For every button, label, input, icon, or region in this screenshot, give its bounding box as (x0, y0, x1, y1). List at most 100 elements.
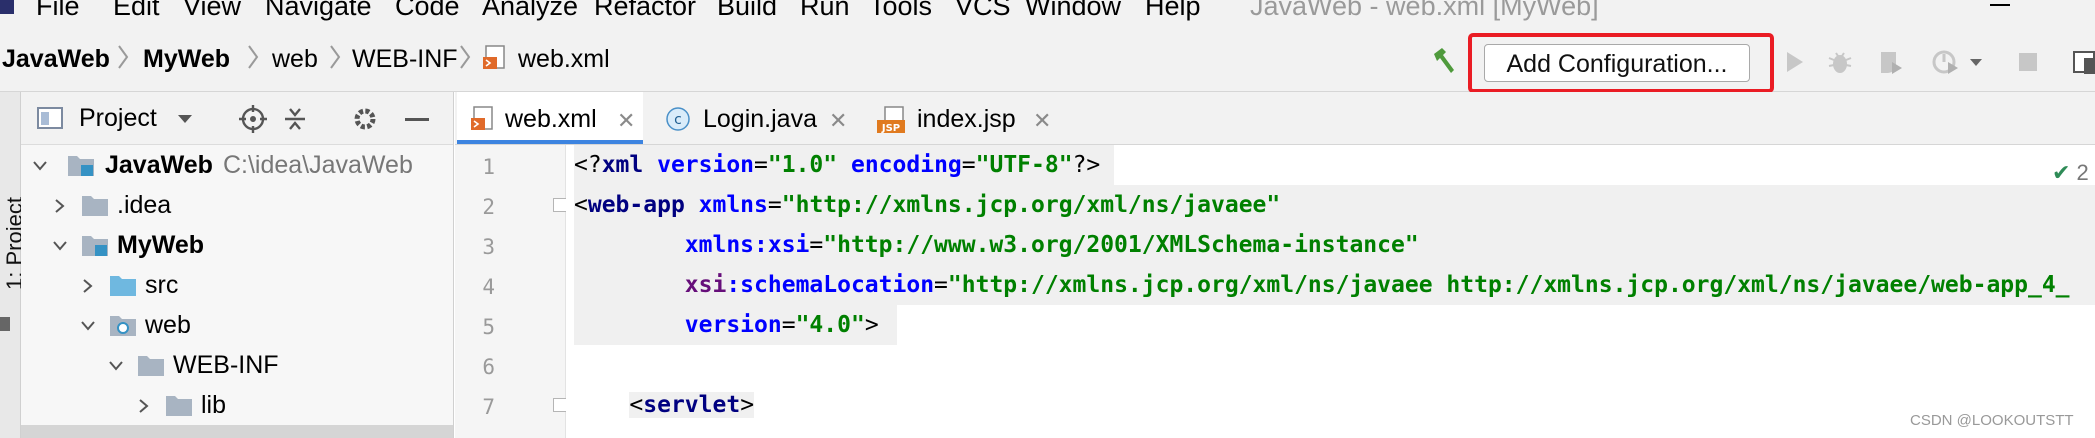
tree-item-src[interactable]: src (21, 265, 453, 305)
code-line-5: version="4.0"> (574, 305, 897, 345)
tree-item-web-inf[interactable]: WEB-INF (21, 345, 453, 385)
chevron-right-icon (328, 42, 342, 72)
menu-run[interactable]: Run (800, 0, 850, 24)
menu-view[interactable]: View (183, 0, 241, 24)
chevron-down-icon[interactable] (1968, 54, 1984, 70)
tab-label: Login.java (703, 105, 817, 133)
editor-tabs: web.xml ✕ c Login.java ✕ JSP index.jsp ✕ (455, 92, 2095, 145)
chevron-right-icon[interactable] (79, 277, 97, 295)
module-folder-icon (81, 233, 109, 257)
check-icon: ✔ (2052, 160, 2071, 185)
breadcrumb-javaweb[interactable]: JavaWeb (2, 44, 110, 74)
tree-item-web[interactable]: web (21, 305, 453, 345)
close-icon[interactable]: ✕ (617, 108, 635, 134)
line-number: 3 (482, 235, 495, 259)
collapse-all-icon[interactable] (281, 105, 309, 133)
editor-gutter: 1 2 3 4 5 6 7 (455, 145, 567, 438)
debug-icon[interactable] (1826, 48, 1854, 76)
menu-help[interactable]: Help (1145, 0, 1201, 24)
inspection-count: 2 (2076, 160, 2089, 185)
menu-analyze[interactable]: Analyze (482, 0, 578, 24)
tab-web-xml[interactable]: web.xml ✕ (457, 92, 643, 144)
tree-item-lib[interactable]: lib (21, 385, 453, 425)
xml-file-icon (483, 45, 507, 71)
fold-marker-icon[interactable] (553, 398, 567, 412)
profiler-icon[interactable] (1932, 48, 1960, 76)
menu-code[interactable]: Code (395, 0, 460, 24)
menu-refactor[interactable]: Refactor (594, 0, 696, 24)
tree-item-label: web (145, 311, 191, 339)
module-folder-icon (67, 153, 95, 177)
chevron-down-icon[interactable] (107, 357, 125, 375)
tree-item-idea[interactable]: .idea (21, 185, 453, 225)
menu-navigate[interactable]: Navigate (265, 0, 372, 24)
menu-tools[interactable]: Tools (869, 0, 932, 24)
code-line-1: <?xml version="1.0" encoding="UTF-8"?> (574, 145, 1114, 185)
code-editor[interactable]: <?xml version="1.0" encoding="UTF-8"?> <… (566, 145, 2095, 438)
project-view-icon (37, 106, 63, 130)
chevron-right-icon[interactable] (135, 397, 153, 415)
breadcrumb-web[interactable]: web (272, 44, 318, 74)
menu-edit[interactable]: Edit (113, 0, 160, 24)
chevron-right-icon (116, 42, 130, 72)
minimize-icon[interactable] (1990, 4, 2010, 6)
web-folder-icon (109, 313, 137, 337)
hide-panel-icon[interactable] (405, 118, 429, 121)
tree-item-myweb[interactable]: MyWeb (21, 225, 453, 265)
line-number: 5 (482, 315, 495, 339)
xml-file-icon (471, 106, 495, 132)
line-number: 4 (482, 275, 495, 299)
code-line-4: xsi:schemaLocation="http://xmlns.jcp.org… (574, 265, 2095, 305)
chevron-right-icon[interactable] (51, 197, 69, 215)
jsp-file-icon: JSP (877, 106, 907, 134)
tab-label: index.jsp (917, 105, 1016, 133)
run-icon[interactable] (1780, 48, 1808, 76)
menu-window[interactable]: Window (1025, 0, 1121, 24)
menu-file[interactable]: File (36, 0, 80, 24)
inspection-widget[interactable]: ✔ 2 (2052, 160, 2089, 186)
window-title: JavaWeb - web.xml [MyWeb] (1250, 0, 1599, 21)
run-with-coverage-icon[interactable] (1876, 48, 1904, 76)
line-number: 2 (482, 195, 495, 219)
folder-icon (137, 353, 165, 377)
folder-icon (165, 393, 193, 417)
locate-file-icon[interactable] (239, 105, 267, 133)
breadcrumb-web-inf[interactable]: WEB-INF (352, 44, 458, 74)
fold-marker-icon[interactable] (553, 198, 567, 212)
add-configuration-button[interactable]: Add Configuration... (1484, 44, 1750, 82)
chevron-down-icon[interactable] (177, 112, 193, 126)
structure-icon[interactable] (0, 317, 10, 331)
gear-icon[interactable] (351, 105, 379, 133)
chevron-right-icon (246, 42, 260, 72)
close-icon[interactable]: ✕ (829, 108, 847, 134)
chevron-down-icon[interactable] (51, 237, 69, 255)
project-structure-icon[interactable] (2072, 48, 2095, 76)
tree-item-label: lib (201, 391, 227, 419)
line-number: 6 (482, 355, 495, 379)
folder-icon (81, 193, 109, 217)
project-panel-title[interactable]: Project (79, 104, 157, 133)
tool-window-strip: 1: Project (0, 92, 27, 438)
code-line-7: <servlet> (629, 392, 755, 418)
svg-text:c: c (674, 112, 682, 128)
project-panel: Project JavaWeb C:\idea\JavaWeb .idea MyW… (21, 92, 454, 438)
breadcrumb-web-xml[interactable]: web.xml (518, 44, 610, 74)
close-icon[interactable]: ✕ (1033, 108, 1051, 134)
line-number: 7 (482, 395, 495, 419)
tab-index-jsp[interactable]: JSP index.jsp ✕ (867, 92, 1067, 144)
chevron-down-icon[interactable] (79, 317, 97, 335)
tree-item-javaweb[interactable]: JavaWeb C:\idea\JavaWeb (21, 145, 453, 185)
menu-bar: File Edit View Navigate Code Analyze Ref… (0, 0, 2095, 24)
menu-vcs[interactable]: VCS (955, 0, 1011, 24)
tab-label: web.xml (505, 105, 597, 133)
stop-icon[interactable] (2014, 48, 2042, 76)
chevron-down-icon[interactable] (31, 157, 49, 175)
hammer-build-icon[interactable] (1430, 46, 1458, 74)
chevron-right-icon (458, 42, 472, 72)
breadcrumb-myweb[interactable]: MyWeb (143, 44, 230, 74)
code-line-2: <web-app xmlns="http://xmlns.jcp.org/xml… (574, 185, 2095, 225)
menu-build[interactable]: Build (717, 0, 777, 24)
selected-tree-item[interactable] (21, 425, 453, 438)
tab-login-java[interactable]: c Login.java ✕ (655, 92, 855, 144)
line-number: 1 (482, 155, 495, 179)
